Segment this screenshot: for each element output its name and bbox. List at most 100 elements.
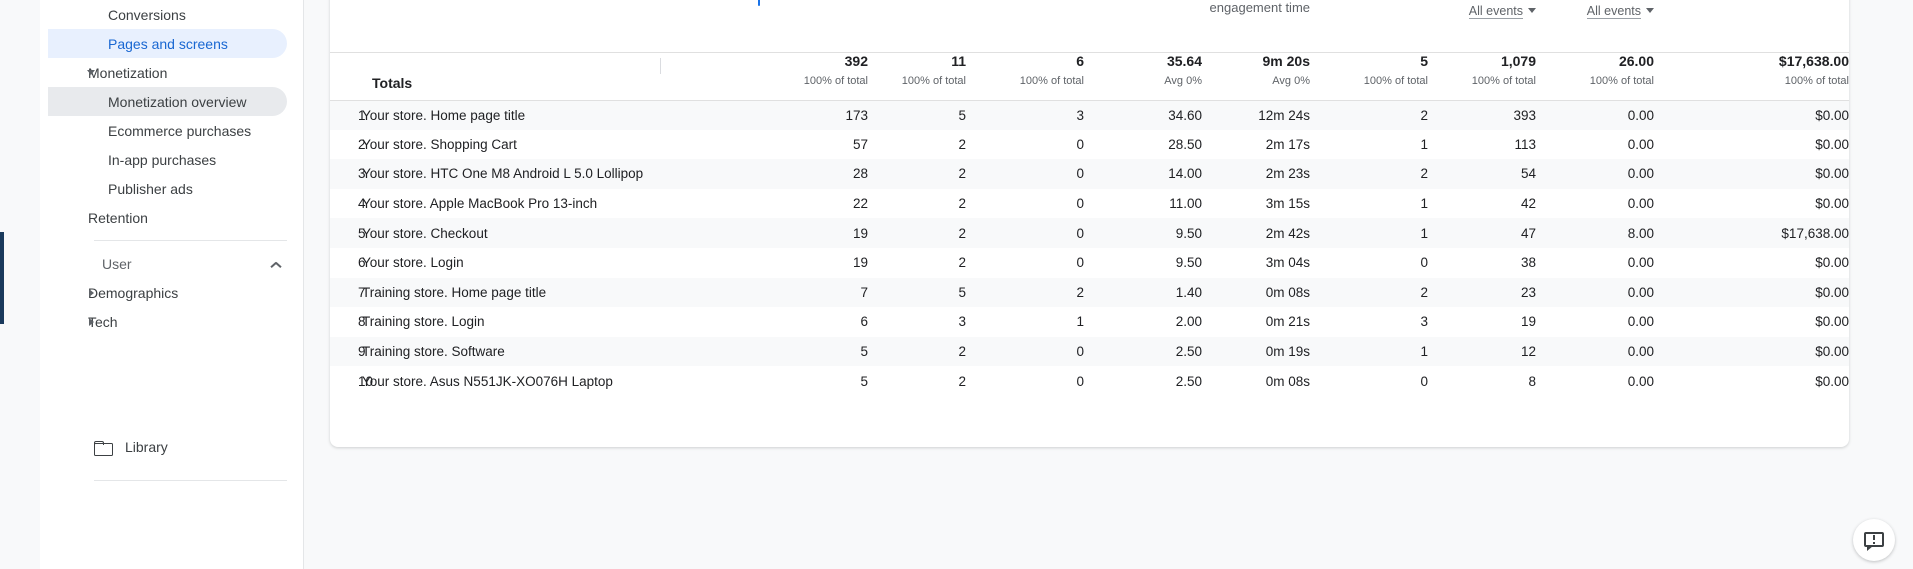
column-header-users[interactable]: Users [868, 0, 966, 53]
row-metric-value: 0.00 [1627, 196, 1654, 212]
row-dimension-value[interactable]: Training store. Software [362, 336, 652, 367]
sidebar-item-tech[interactable]: Tech [48, 307, 287, 336]
table-row[interactable]: 5Your store. Checkout 19209.502m 42s1478.… [330, 218, 1849, 248]
totals-spacer [652, 52, 770, 101]
column-header-average-engagement-time[interactable]: Average engagement time [1202, 0, 1310, 53]
sidebar-item-ecommerce-purchases[interactable]: Ecommerce purchases [48, 116, 287, 145]
row-metric-value: 42 [1520, 196, 1536, 212]
row-metric-value: 2 [958, 196, 966, 212]
sidebar-item-monetization[interactable]: Monetization [48, 58, 287, 87]
chevron-down-icon[interactable] [1646, 8, 1654, 13]
row-metric-value: 0 [966, 159, 1084, 189]
row-dimension-value[interactable]: Your store. Checkout [362, 218, 652, 248]
row-metric-value: 1.40 [1084, 277, 1202, 308]
row-index: 7 [330, 277, 366, 308]
row-metric-value: 23 [1428, 277, 1536, 308]
row-dimension-value[interactable]: Your store. Apple MacBook Pro 13-inch [362, 189, 652, 219]
table-row[interactable]: 7Training store. Home page title7521.400… [330, 277, 1849, 308]
row-dimension-value[interactable]: Training store. Home page title [362, 277, 652, 308]
totals-label: Totals [330, 52, 652, 101]
sidebar-item-retention[interactable]: Retention [48, 203, 287, 232]
sidebar-item-library[interactable]: Library [40, 433, 168, 461]
column-header-unique-user-scrolls[interactable]: Unique user scrolls [1310, 0, 1428, 53]
row-metric-value: 5 [868, 100, 966, 130]
totals-subtext: 100% of total [901, 74, 966, 87]
column-filter-dropdown[interactable]: All events [1428, 3, 1536, 19]
feedback-button[interactable] [1853, 519, 1895, 561]
sidebar-section-user[interactable]: User [48, 249, 281, 278]
dimension-selector[interactable]: Page title and screen class [330, 0, 652, 53]
row-metric-value: 2 [868, 159, 966, 189]
row-metric-value: 5 [770, 336, 868, 367]
totals-value: 1,079 [1500, 52, 1536, 69]
sidebar-item-label: Publisher ads [108, 180, 193, 197]
column-filter-label: All events [1468, 4, 1523, 19]
plus-icon[interactable] [748, 0, 770, 6]
row-metric-value: 1 [1310, 218, 1428, 248]
column-header-new-users[interactable]: New users [966, 0, 1084, 53]
sidebar-item-pages-and-screens[interactable]: Pages and screens [48, 29, 287, 58]
totals-cell: 26.00 100% of total [1536, 52, 1654, 101]
column-header-views-per-user[interactable]: Views per user [1084, 0, 1202, 53]
row-index: 3 [330, 159, 366, 189]
row-dimension-value[interactable]: Your store. Asus N551JK-XO076H Laptop [362, 366, 652, 396]
row-metric-value: 2m 17s [1265, 136, 1310, 152]
row-metric-value: 6 [860, 314, 868, 330]
row-metric-value: $0.00 [1815, 255, 1849, 271]
row-metric-value: 0 [966, 336, 1084, 367]
feedback-icon [1864, 531, 1884, 551]
table-row[interactable]: 9Training store. Software 5202.500m 19s11… [330, 336, 1849, 367]
sidebar-item-publisher-ads[interactable]: Publisher ads [48, 174, 287, 203]
row-metric-value: 0 [1076, 373, 1084, 389]
row-metric-value: 0 [1076, 196, 1084, 212]
table-row[interactable]: 3Your store. HTC One M8 Android L 5.0 Lo… [330, 159, 1849, 189]
chevron-up-icon[interactable] [271, 259, 281, 269]
sidebar-item-monetization-overview[interactable]: Monetization overview [48, 87, 287, 116]
row-metric-value: 0 [1076, 255, 1084, 271]
table-row[interactable]: 4 Your store. Apple MacBook Pro 13-inch 22… [330, 189, 1849, 219]
column-filter-label: All events [1586, 4, 1641, 19]
column-filter-dropdown[interactable]: All events [1536, 3, 1654, 19]
sidebar-item-label-library: Library [125, 439, 168, 455]
table-row[interactable]: 1Your store. Home page title 1735334.6012… [330, 100, 1849, 130]
row-spacer [652, 277, 770, 308]
column-header-total-revenue[interactable]: Total revenue [1654, 0, 1849, 53]
row-spacer [652, 307, 770, 337]
chevron-down-icon[interactable] [87, 70, 95, 75]
row-metric-value: 12m 24s [1202, 100, 1310, 130]
row-index: 10 [358, 373, 374, 389]
row-metric-value: 2 [966, 277, 1084, 308]
column-header-views[interactable]: ↓Views [770, 0, 868, 53]
column-header-conversions[interactable]: ConversionsAll events [1536, 0, 1654, 53]
table-row[interactable]: 10 Your store. Asus N551JK-XO076H Laptop 5… [330, 366, 1849, 396]
sidebar-item-demographics[interactable]: Demographics [48, 278, 287, 307]
sidebar-item-in-app-purchases[interactable]: In-app purchases [48, 145, 287, 174]
row-dimension-value[interactable]: Training store. Login [362, 307, 652, 337]
table-row[interactable]: 8 Training store. Login 6 3 1 2.00 0m 21s 3 19 0.… [330, 307, 1849, 337]
add-metric-button[interactable] [652, 0, 770, 53]
column-header-event-count[interactable]: Event countAll events [1428, 0, 1536, 53]
table-row[interactable]: 6 Your store. Login 19 2 0 9.50 3m 04s 0 38 0.00 $… [330, 248, 1849, 278]
row-metric-value: 0m 19s [1202, 336, 1310, 367]
row-spacer [652, 218, 770, 248]
row-dimension-value[interactable]: Your store. Shopping Cart [362, 130, 652, 160]
chevron-right-icon[interactable] [89, 288, 94, 297]
sidebar-item-conversions[interactable]: Conversions [48, 0, 287, 29]
row-dimension-value[interactable]: Your store. HTC One M8 Android L 5.0 Lol… [362, 159, 652, 189]
row-metric-value: 0.00 [1627, 255, 1654, 271]
chevron-down-icon[interactable] [1528, 8, 1536, 13]
row-metric-value: 2 [958, 373, 966, 389]
row-metric-value: $0.00 [1815, 314, 1849, 330]
row-metric-value: $0.00 [1815, 196, 1849, 212]
row-dimension-value[interactable]: Your store. Login [362, 248, 652, 278]
row-metric-value: 0.00 [1536, 159, 1654, 189]
sidebar-item-label: Monetization overview [108, 93, 247, 110]
sidebar-item-label: Conversions [108, 6, 186, 23]
row-metric-value: 0 [1420, 255, 1428, 271]
row-index: 8 [358, 314, 366, 330]
row-metric-value: $17,638.00 [1654, 218, 1849, 248]
chevron-right-icon[interactable] [89, 317, 94, 326]
totals-subtext: 100% of total [1784, 74, 1849, 87]
table-row[interactable]: 2 Your store. Shopping Cart 57 2 0 28.50 2m 17… [330, 130, 1849, 160]
row-dimension-value[interactable]: Your store. Home page title [362, 100, 652, 130]
